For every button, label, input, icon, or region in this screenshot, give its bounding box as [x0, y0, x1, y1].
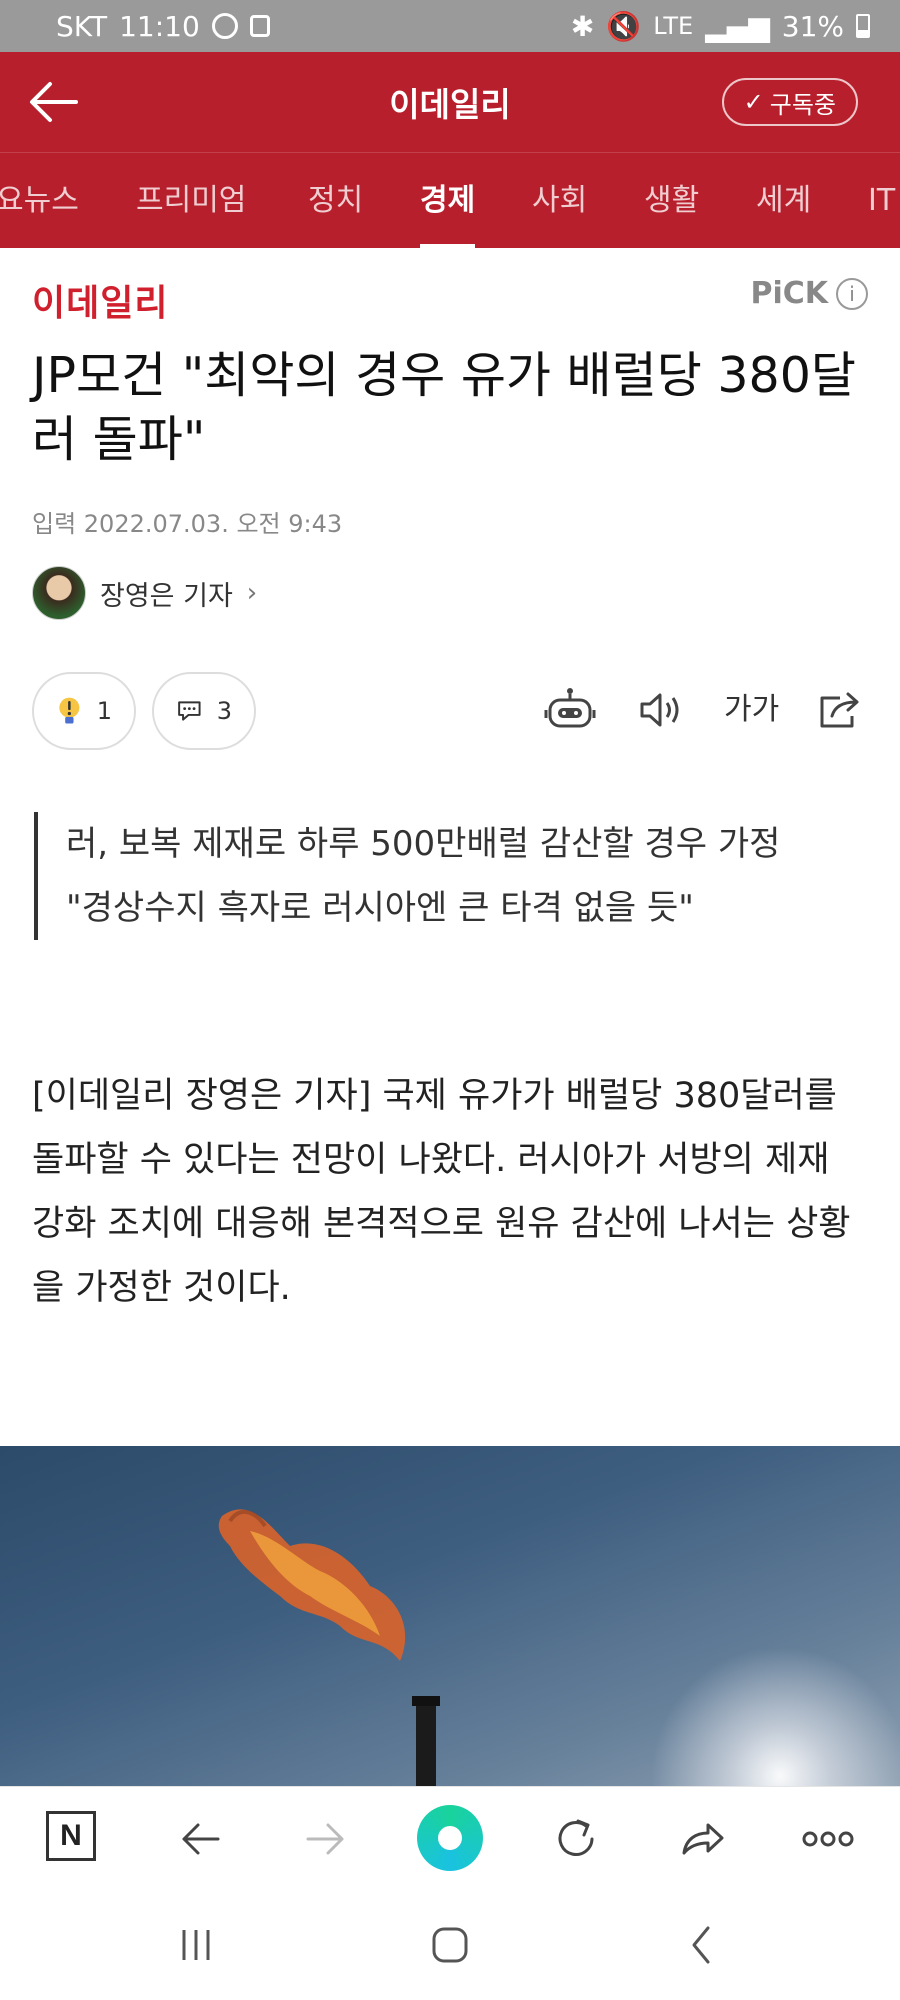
- surprise-emoji-icon: [59, 697, 80, 724]
- author-name: 장영은 기자: [100, 580, 233, 612]
- tab-it[interactable]: IT: [868, 153, 895, 248]
- gas-flare-flame: [218, 1509, 406, 1661]
- comment-icon: [178, 701, 201, 721]
- chevron-right-icon: ›: [246, 578, 258, 608]
- clock: 11:10: [119, 9, 200, 43]
- article-actions: 1 3 가가: [32, 672, 868, 752]
- article-photo[interactable]: [0, 1446, 900, 1786]
- article-title: JP모건 "최악의 경우 유가 배럴당 380달러 돌파": [32, 347, 856, 468]
- font-size-button[interactable]: 가가: [724, 682, 780, 738]
- naver-home-button[interactable]: N: [46, 1811, 96, 1861]
- mute-icon: 🔇: [606, 9, 642, 43]
- browser-toolbar: N: [0, 1786, 900, 1890]
- publish-date: 입력 2022.07.03. 오전 9:43: [32, 510, 343, 538]
- comment-count: 3: [216, 697, 232, 725]
- system-nav-bar: [0, 1890, 900, 2000]
- category-tabs: 요뉴스 프리미엄 정치 경제 사회 생활 세계 IT: [0, 152, 900, 248]
- system-back-icon[interactable]: [674, 1920, 730, 1970]
- refresh-icon[interactable]: [548, 1811, 604, 1867]
- tab-politics[interactable]: 정치: [308, 153, 363, 248]
- network-type: LTE: [653, 12, 694, 40]
- text-to-speech-icon[interactable]: [632, 682, 688, 738]
- flare-stack: [412, 1696, 440, 1786]
- author-avatar: [32, 566, 86, 620]
- info-icon: i: [836, 277, 868, 310]
- press-logo[interactable]: 이데일리: [32, 274, 168, 326]
- recent-apps-icon[interactable]: [168, 1920, 224, 1970]
- pick-badge[interactable]: PiCK i: [750, 276, 868, 311]
- article-body: [이데일리 장영은 기자] 국제 유가가 배럴당 380달러를 돌파할 수 있다…: [32, 1076, 851, 1308]
- pick-label: PiCK: [750, 276, 828, 311]
- tab-world[interactable]: 세계: [756, 153, 811, 248]
- signal-icon: ▂▄▆: [705, 9, 770, 43]
- battery-icon: [856, 14, 870, 38]
- reaction-count: 1: [96, 697, 112, 725]
- sun-glare: [640, 1636, 900, 1786]
- header-title: 이데일리: [389, 85, 511, 124]
- article-summary: 러, 보복 제재로 하루 500만배럴 감산할 경우 가정 "경상수지 흑자로 …: [34, 812, 844, 940]
- forward-icon[interactable]: [298, 1811, 354, 1867]
- share-icon[interactable]: [812, 682, 868, 738]
- carrier-label: SKT: [56, 9, 108, 43]
- home-icon[interactable]: [422, 1920, 478, 1970]
- green-dot-button[interactable]: [417, 1805, 483, 1871]
- reaction-button[interactable]: 1: [32, 672, 136, 750]
- battery-level: 31%: [781, 9, 844, 43]
- comment-button[interactable]: 3: [152, 672, 256, 750]
- more-icon[interactable]: [800, 1811, 856, 1867]
- summary-line: "경상수지 흑자로 러시아엔 큰 타격 없을 듯": [66, 888, 694, 928]
- status-bar: SKT 11:10 ✱ 🔇 LTE ▂▄▆ 31%: [0, 0, 900, 52]
- back-arrow-icon[interactable]: [26, 78, 82, 126]
- tab-life[interactable]: 생활: [644, 153, 699, 248]
- summary-line: 러, 보복 제재로 하루 500만배럴 감산할 경우 가정: [66, 824, 781, 864]
- tab-top-news[interactable]: 요뉴스: [0, 153, 79, 248]
- tab-premium[interactable]: 프리미엄: [136, 153, 246, 248]
- subscribe-label: 구독중: [769, 90, 836, 119]
- share-arrow-icon[interactable]: [674, 1811, 730, 1867]
- author-link[interactable]: 장영은 기자 ›: [32, 566, 257, 620]
- check-icon: ✓: [743, 88, 764, 116]
- summary-bot-icon[interactable]: [542, 682, 598, 738]
- gallery-icon: [249, 15, 270, 37]
- notification-icon: [211, 13, 238, 39]
- font-size-label: 가가: [724, 692, 780, 727]
- app-header: 이데일리 ✓ 구독중: [0, 52, 900, 152]
- tab-society[interactable]: 사회: [532, 153, 587, 248]
- back-icon[interactable]: [172, 1811, 228, 1867]
- subscribe-button[interactable]: ✓ 구독중: [721, 78, 858, 126]
- tab-economy[interactable]: 경제: [420, 153, 476, 248]
- bluetooth-icon: ✱: [570, 9, 595, 43]
